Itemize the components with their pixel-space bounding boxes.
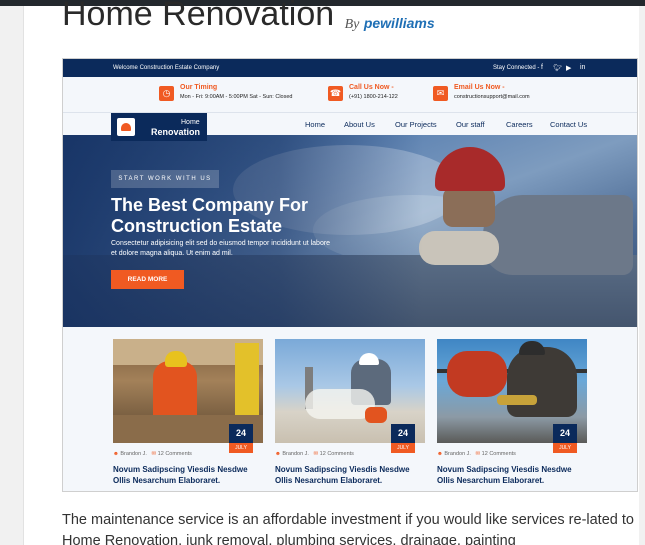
post-title: Home Renovation	[62, 0, 335, 33]
date-badge: 24 JULY	[229, 424, 253, 453]
phone-icon: ☎	[328, 86, 343, 101]
image-helmet	[165, 351, 187, 367]
date-month: JULY	[229, 443, 253, 453]
linkedin-icon[interactable]: in	[580, 64, 585, 71]
info-heading: Call Us Now -	[349, 84, 394, 91]
date-day: 24	[553, 424, 577, 443]
author-link[interactable]: pewilliams	[364, 15, 435, 31]
twitter-icon[interactable]: 🐦︎	[553, 64, 562, 72]
card-comments[interactable]: 12 Comments	[482, 451, 516, 457]
card-author[interactable]: Brandon J.	[282, 451, 309, 457]
welcome-text: Welcome Construction Estate Company	[113, 65, 220, 71]
card-meta: ☻ Brandon J. ✉ 12 Comments	[437, 451, 516, 457]
logo-line-1: Home	[181, 119, 200, 126]
date-month: JULY	[391, 443, 415, 453]
menu-item-careers[interactable]: Careers	[506, 120, 533, 129]
image-chain	[497, 395, 537, 405]
preview-menu-row: Home Renovation Home About Us Our Projec…	[63, 113, 637, 141]
card-title[interactable]: Novum Sadipscing Viesdis Nesdwe Ollis Ne…	[113, 464, 263, 486]
preview-top-strip: Welcome Construction Estate Company Stay…	[63, 59, 637, 77]
hero-text: Consectetur adipisicing elit sed do eius…	[111, 240, 331, 257]
card-comments[interactable]: 12 Comments	[320, 451, 354, 457]
hero-tag: START WORK WITH US	[111, 170, 219, 188]
menu-item-home[interactable]: Home	[305, 120, 325, 129]
info-detail: Mon - Fri: 9:00AM - 5:00PM Sat - Sun: Cl…	[180, 94, 293, 100]
image-worker	[507, 347, 577, 417]
user-icon: ☻	[113, 451, 119, 457]
by-label: By	[344, 17, 360, 32]
theme-preview-screenshot: Welcome Construction Estate Company Stay…	[62, 58, 638, 492]
helmet-logo-icon	[117, 118, 135, 136]
info-heading: Our Timing	[180, 84, 218, 91]
info-heading: Email Us Now -	[454, 84, 505, 91]
user-icon: ☻	[275, 451, 281, 457]
date-badge: 24 JULY	[391, 424, 415, 453]
mail-icon: ✉	[433, 86, 448, 101]
read-more-button[interactable]: READ MORE	[111, 270, 184, 289]
image-machine	[235, 343, 259, 423]
left-gutter	[0, 6, 24, 545]
image-worker	[153, 361, 197, 421]
card-author[interactable]: Brandon J.	[120, 451, 147, 457]
image-helmet	[519, 341, 545, 355]
comment-icon: ✉	[475, 451, 481, 457]
scrollbar[interactable]	[639, 6, 645, 545]
comment-icon: ✉	[151, 451, 157, 457]
hero-worker-helmet	[435, 147, 505, 191]
image-saw	[365, 407, 387, 423]
preview-info-row: ◷ Our Timing Mon - Fri: 9:00AM - 5:00PM …	[63, 77, 637, 113]
info-detail: (+91) 1800-214-122	[349, 94, 398, 100]
card-title[interactable]: Novum Sadipscing Viesdis Nesdwe Ollis Ne…	[275, 464, 425, 486]
site-logo[interactable]: Home Renovation	[111, 113, 207, 141]
date-month: JULY	[553, 443, 577, 453]
card-author[interactable]: Brandon J.	[444, 451, 471, 457]
comment-icon: ✉	[313, 451, 319, 457]
user-icon: ☻	[437, 451, 443, 457]
stay-connected-text: Stay Connected -	[493, 65, 540, 71]
facebook-icon[interactable]: f	[541, 64, 543, 71]
post-description: The maintenance service is an affordable…	[62, 512, 634, 545]
menu-item-contact[interactable]: Contact Us	[550, 120, 587, 129]
logo-line-2: Renovation	[151, 127, 201, 137]
hero-banner: START WORK WITH US The Best Company For …	[63, 135, 637, 327]
youtube-icon[interactable]: ▶	[566, 64, 571, 72]
menu-item-staff[interactable]: Our staff	[456, 120, 485, 129]
image-worker-red	[447, 351, 507, 397]
menu-item-projects[interactable]: Our Projects	[395, 120, 437, 129]
date-day: 24	[229, 424, 253, 443]
hero-worker-arm	[419, 231, 499, 265]
date-badge: 24 JULY	[553, 424, 577, 453]
card-title[interactable]: Novum Sadipscing Viesdis Nesdwe Ollis Ne…	[437, 464, 587, 486]
hero-heading: The Best Company For Construction Estate	[111, 195, 309, 236]
card-meta: ☻ Brandon J. ✉ 12 Comments	[275, 451, 354, 457]
post-header: Home Renovation By pewilliams	[62, 0, 435, 40]
image-helmet	[359, 353, 379, 365]
card-comments[interactable]: 12 Comments	[158, 451, 192, 457]
hero-worker-face	[443, 187, 495, 227]
date-day: 24	[391, 424, 415, 443]
hero-worker-body	[483, 195, 633, 275]
card-meta: ☻ Brandon J. ✉ 12 Comments	[113, 451, 192, 457]
clock-icon: ◷	[159, 86, 174, 101]
info-detail: constructionsupport@mail.com	[454, 94, 530, 100]
menu-item-about[interactable]: About Us	[344, 120, 375, 129]
